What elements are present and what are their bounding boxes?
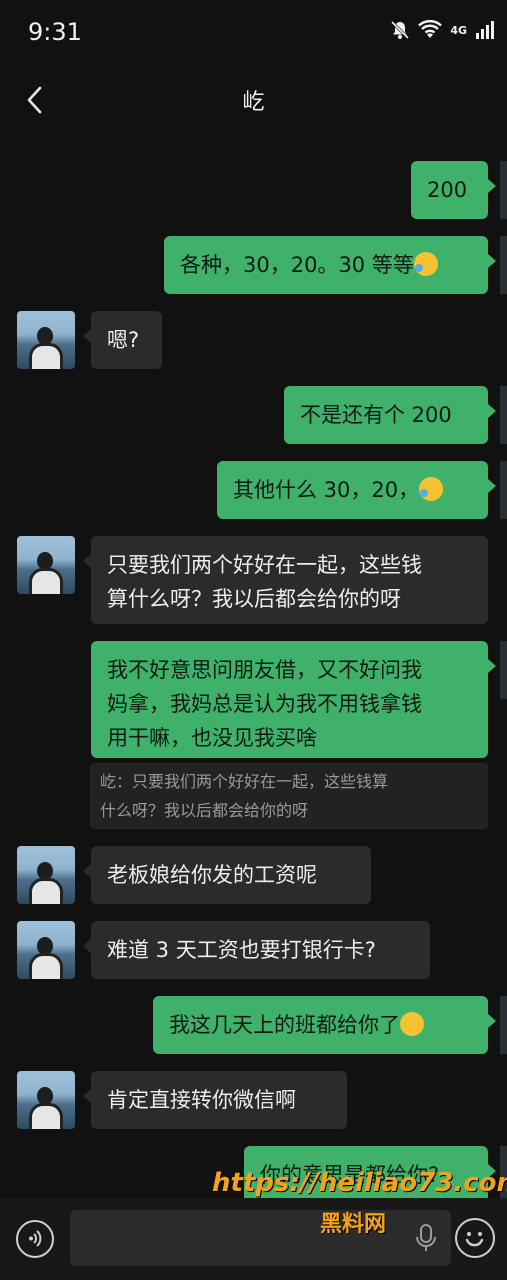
- chat-title: 屹: [242, 90, 265, 115]
- contact-avatar[interactable]: [17, 921, 75, 979]
- message-text-line: 算什么呀？我以后都会给你的呀: [107, 587, 401, 611]
- message-text: 我这几天上的班都给你了: [169, 1013, 400, 1037]
- status-icons: 4G: [390, 20, 495, 40]
- message-outgoing[interactable]: 我这几天上的班都给你了: [153, 996, 496, 1054]
- contact-avatar[interactable]: [17, 1071, 75, 1129]
- chat-header: 屹: [0, 70, 507, 130]
- message-outgoing[interactable]: 我不好意思问朋友借，又不好问我 妈拿，我妈总是认为我不用钱拿钱 用干嘛，也没见我…: [91, 641, 496, 758]
- network-label: 4G: [450, 23, 467, 37]
- message-text-line: 妈拿，我妈总是认为我不用钱拿钱: [107, 692, 422, 716]
- message-incoming[interactable]: 只要我们两个好好在一起，这些钱 算什么呀？我以后都会给你的呀: [83, 536, 488, 624]
- message-text: 其他什么 30，20，: [233, 478, 420, 502]
- own-avatar[interactable]: [500, 161, 507, 219]
- voice-mode-button[interactable]: [16, 1220, 54, 1258]
- message-text: 各种，30，20。30 等等: [180, 253, 414, 277]
- message-text: 老板娘给你发的工资呢: [107, 863, 317, 887]
- message-incoming[interactable]: 嗯?: [83, 311, 162, 369]
- message-list: 200 各种，30，20。30 等等 嗯? 不是还有个 200 其他什么 30，…: [0, 130, 507, 1198]
- own-avatar[interactable]: [500, 386, 507, 444]
- message-text: 不是还有个 200: [300, 403, 452, 427]
- message-input[interactable]: [70, 1210, 451, 1266]
- own-avatar[interactable]: [500, 461, 507, 519]
- message-incoming[interactable]: 肯定直接转你微信啊: [83, 1071, 347, 1129]
- message-text: 难道 3 天工资也要打银行卡?: [107, 938, 376, 962]
- watermark-label: 黑料网: [320, 1212, 387, 1237]
- own-avatar[interactable]: [500, 996, 507, 1054]
- contact-avatar[interactable]: [17, 846, 75, 904]
- message-outgoing[interactable]: 不是还有个 200: [284, 386, 496, 444]
- signal-icon: [476, 21, 494, 39]
- message-text: 肯定直接转你微信啊: [107, 1088, 296, 1112]
- message-text-line: 我不好意思问朋友借，又不好问我: [107, 658, 422, 682]
- status-bar: 9:31 4G: [0, 0, 507, 70]
- message-outgoing[interactable]: 200: [411, 161, 496, 219]
- message-outgoing[interactable]: 其他什么 30，20，: [217, 461, 496, 519]
- message-incoming[interactable]: 老板娘给你发的工资呢: [83, 846, 371, 904]
- wifi-icon: [418, 20, 443, 38]
- message-text-line: 只要我们两个好好在一起，这些钱: [107, 553, 422, 577]
- message-outgoing[interactable]: 各种，30，20。30 等等: [164, 236, 496, 294]
- contact-avatar[interactable]: [17, 536, 75, 594]
- watermark-url: https://heiliao73.com: [212, 1168, 507, 1198]
- microphone-icon[interactable]: [415, 1224, 437, 1252]
- voice-wave-icon: [29, 1230, 42, 1247]
- message-text: 200: [427, 178, 468, 202]
- laugh-cry-emoji: [419, 477, 444, 501]
- message-incoming[interactable]: 难道 3 天工资也要打银行卡?: [83, 921, 430, 979]
- quote-text-line: 什么呀？我以后都会给你的呀: [100, 801, 309, 820]
- own-avatar[interactable]: [500, 236, 507, 294]
- mute-bell-icon: [391, 20, 410, 40]
- quote-text-line: 屹：只要我们两个好好在一起，这些钱算: [100, 772, 389, 791]
- pleading-emoji: [400, 1012, 424, 1036]
- quoted-reply[interactable]: 屹：只要我们两个好好在一起，这些钱算 什么呀？我以后都会给你的呀: [90, 763, 488, 829]
- contact-avatar[interactable]: [17, 311, 75, 369]
- emoji-button[interactable]: [455, 1218, 495, 1258]
- message-text-line: 用干嘛，也没见我买啥: [107, 726, 317, 750]
- own-avatar[interactable]: [500, 641, 507, 699]
- status-time: 9:31: [28, 18, 82, 46]
- message-text: 嗯?: [107, 328, 140, 352]
- input-bar: [0, 1198, 507, 1280]
- laugh-cry-emoji: [413, 252, 438, 276]
- smiley-icon: [465, 1232, 484, 1247]
